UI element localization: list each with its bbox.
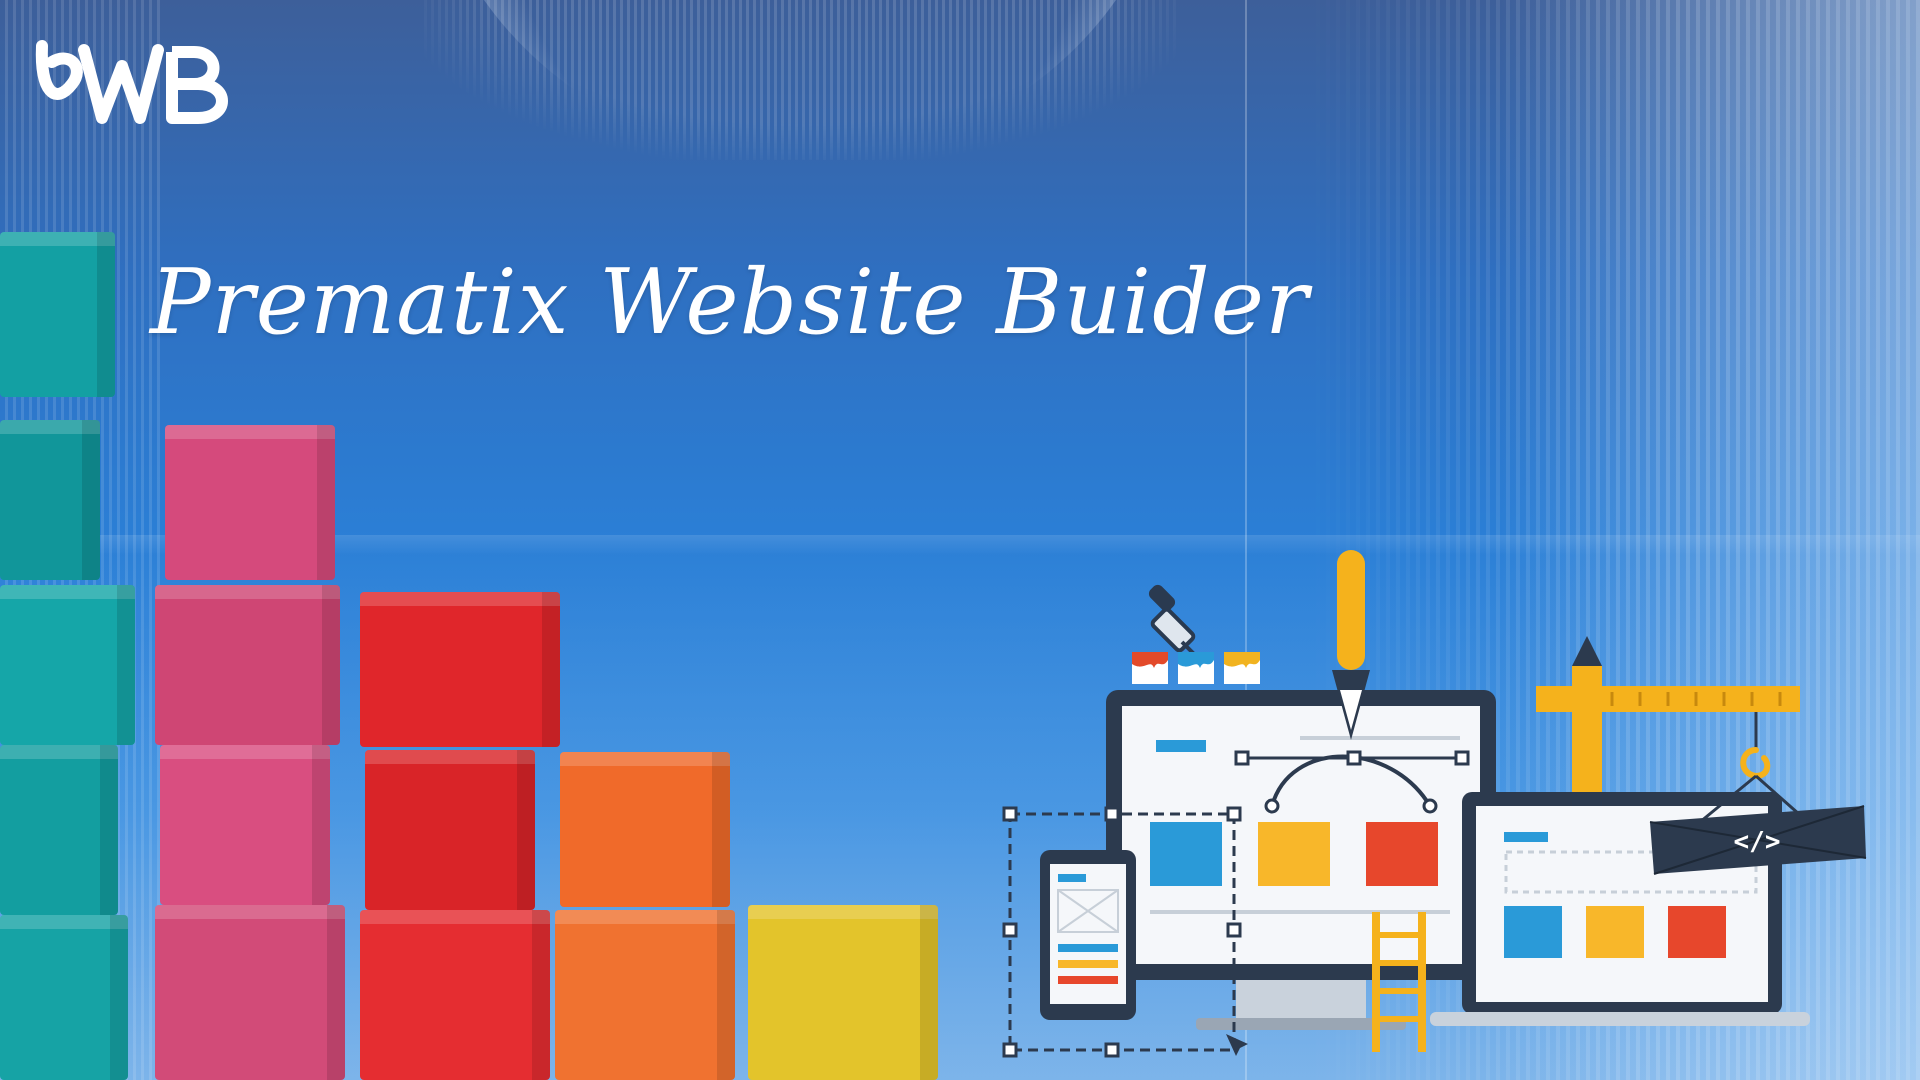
website-builder-illustration: </>	[1002, 550, 1867, 1058]
cube-teal-3	[0, 585, 135, 745]
cube-red-3	[360, 910, 550, 1080]
paint-pots-icon	[1132, 652, 1260, 684]
cube-pink-2	[155, 585, 340, 745]
cube-teal-4	[0, 745, 118, 915]
cube-red-2	[365, 750, 535, 910]
pwb-logo	[30, 26, 230, 140]
cube-pink-3	[160, 745, 330, 905]
cube-red-1	[360, 592, 560, 747]
code-tag-label: </>	[1734, 827, 1781, 857]
cursor-icon	[1226, 1034, 1248, 1056]
cube-yellow-1	[748, 905, 938, 1080]
monitor-icon	[1106, 690, 1496, 1030]
cube-pink-4	[155, 905, 345, 1080]
eyedropper-icon	[1148, 584, 1198, 658]
cube-teal-2	[0, 420, 100, 580]
background-arc-stripes	[420, 0, 1180, 160]
cube-teal-5	[0, 915, 128, 1080]
tablet-icon	[1040, 850, 1136, 1020]
page-title: Prematix Website Buider	[150, 250, 1309, 355]
cube-teal-1	[0, 232, 115, 397]
hero-banner: Prematix Website Buider </>	[0, 0, 1920, 1080]
cube-orange-2	[555, 910, 735, 1080]
code-sign-icon: </>	[1649, 774, 1867, 875]
cube-pink-1	[165, 425, 335, 580]
ladder-icon	[1372, 912, 1426, 1052]
cube-orange-1	[560, 752, 730, 907]
